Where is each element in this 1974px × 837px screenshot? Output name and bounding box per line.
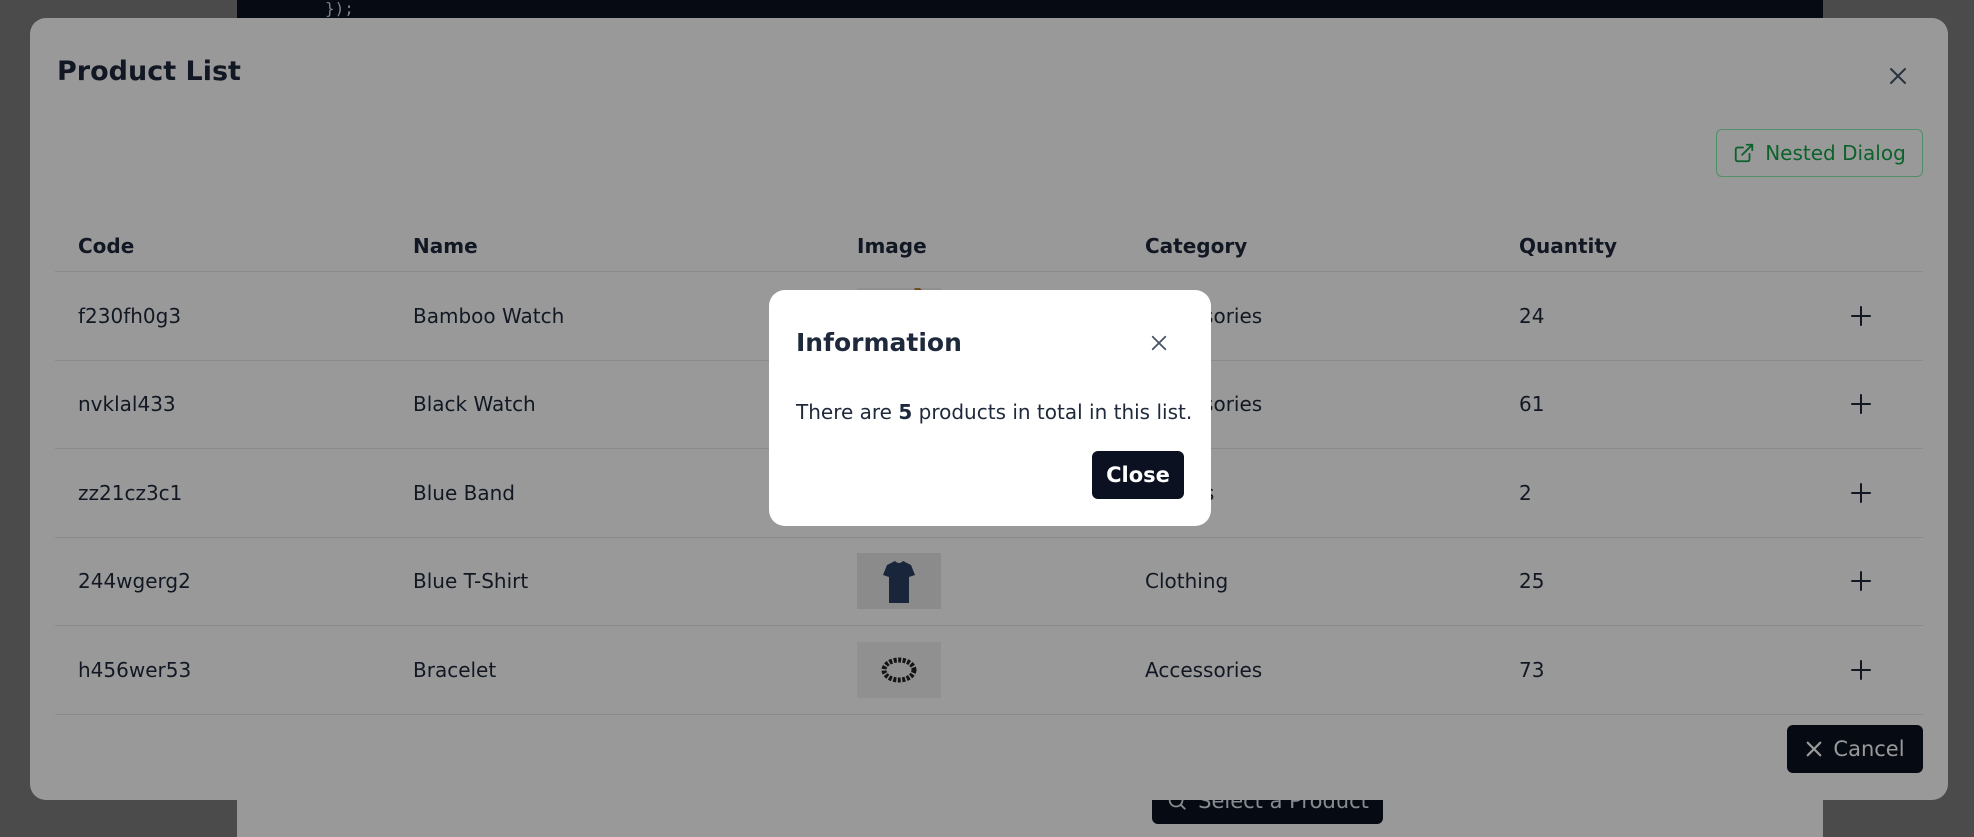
info-dialog-title: Information: [796, 328, 962, 357]
info-message: There are 5 products in total in this li…: [796, 400, 1192, 424]
info-message-prefix: There are: [796, 400, 892, 424]
info-message-suffix: products in total in this list.: [918, 400, 1193, 424]
information-dialog: Information There are 5 products in tota…: [769, 290, 1211, 526]
product-count: 5: [898, 400, 913, 424]
info-close-button[interactable]: Close: [1092, 451, 1184, 499]
close-icon: [1151, 335, 1167, 351]
info-close-x-button[interactable]: [1142, 326, 1176, 360]
